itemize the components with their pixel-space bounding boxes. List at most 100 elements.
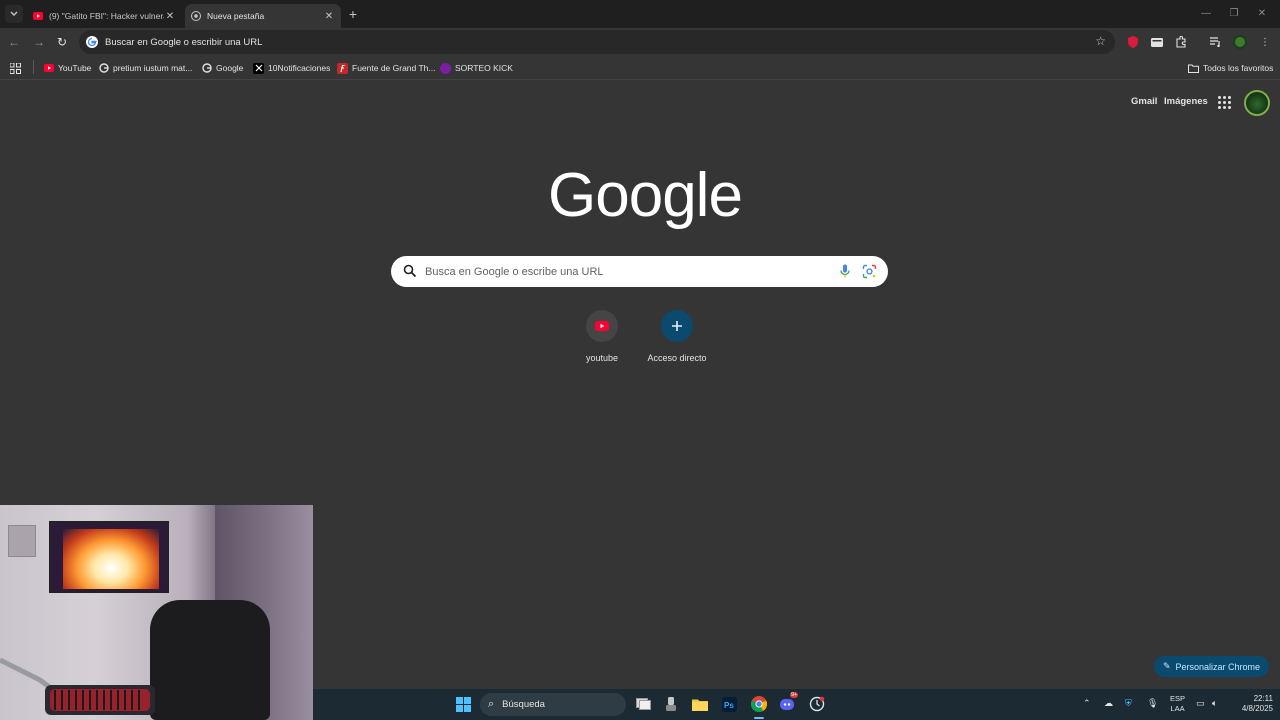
- reload-icon: ↻: [56, 35, 68, 49]
- tv-fireplace-image: [49, 521, 169, 593]
- volume-icon[interactable]: 🔈︎: [1212, 698, 1217, 709]
- google-apps-icon[interactable]: [1218, 96, 1231, 109]
- account-avatar[interactable]: [1244, 90, 1270, 116]
- google-icon: [86, 36, 98, 48]
- task-view-icon[interactable]: [635, 696, 651, 712]
- microphone-arm-image: [0, 657, 155, 715]
- onedrive-icon[interactable]: ☁: [1104, 698, 1113, 709]
- extension-card-icon[interactable]: [1150, 35, 1164, 49]
- youtube-icon: [43, 63, 54, 74]
- bookmark-sorteo-kick[interactable]: SORTEO KICK: [440, 60, 513, 76]
- microphone-tray-icon[interactable]: 🎙︎: [1147, 698, 1158, 709]
- chevron-up-icon[interactable]: ⌃: [1083, 698, 1091, 709]
- google-lens-icon[interactable]: [862, 264, 877, 279]
- search-icon: ⌕: [488, 698, 495, 710]
- bookmark-youtube[interactable]: YouTube: [43, 60, 91, 76]
- tab-title: (9) "Gatito FBI": Hacker vulnera: [49, 11, 164, 21]
- file-explorer-icon[interactable]: [692, 696, 708, 712]
- bookmark-label: Todos los favoritos: [1203, 63, 1274, 73]
- bookmark-label: SORTEO KICK: [455, 63, 513, 73]
- google-logo: Google: [548, 161, 743, 230]
- bookmark-label: Fuente de Grand Th...: [352, 63, 436, 73]
- bookmarks-bar: YouTube pretium iustum mat... Google 10N…: [0, 56, 1280, 80]
- active-app-indicator: [754, 717, 764, 719]
- search-box[interactable]: [391, 256, 888, 287]
- photoshop-icon[interactable]: Ps: [721, 696, 737, 712]
- arrow-left-icon: ←: [8, 35, 20, 49]
- address-text: Buscar en Google o escribir una URL: [105, 36, 263, 48]
- close-icon[interactable]: ✕: [323, 11, 335, 22]
- google-icon: [201, 63, 212, 74]
- taskbar-search[interactable]: ⌕ Búsqueda: [480, 693, 626, 716]
- google-icon: [98, 63, 109, 74]
- media-queue-icon[interactable]: [1209, 35, 1223, 49]
- back-button[interactable]: ←: [6, 34, 22, 50]
- search-icon: [403, 264, 417, 278]
- close-icon: ✕: [1257, 7, 1267, 19]
- chevron-down-icon: [10, 11, 18, 16]
- extension-shield-icon[interactable]: [1126, 35, 1140, 49]
- menu-kebab-icon[interactable]: ⋮: [1258, 35, 1272, 49]
- extensions-puzzle-icon[interactable]: [1174, 35, 1188, 49]
- shortcut-label: Acceso directo: [647, 353, 707, 363]
- tab-search-button[interactable]: [5, 5, 23, 23]
- svg-text:Ps: Ps: [724, 701, 734, 710]
- widgets-icon[interactable]: [663, 696, 679, 712]
- clock-app-icon[interactable]: [809, 696, 825, 712]
- reload-button[interactable]: ↻: [54, 34, 70, 50]
- profile-avatar[interactable]: [1233, 35, 1247, 49]
- bookmark-pretium[interactable]: pretium iustum mat...: [98, 60, 192, 76]
- new-tab-button[interactable]: +: [345, 6, 361, 22]
- x-icon: [253, 62, 264, 74]
- address-bar[interactable]: Buscar en Google o escribir una URL ☆: [79, 30, 1115, 54]
- taskbar-search-label: Búsqueda: [502, 699, 545, 710]
- forward-button[interactable]: →: [31, 34, 47, 50]
- bookmark-fuente[interactable]: Fuente de Grand Th...: [337, 60, 435, 76]
- discord-badge: 9+: [790, 692, 799, 698]
- restore-button[interactable]: ❐: [1219, 4, 1249, 22]
- apps-shortcut[interactable]: [10, 60, 21, 76]
- youtube-icon: [586, 310, 618, 342]
- taskbar: ⌕ Búsqueda Ps 9+ ⌃ ☁ ⛨ 🎙︎ ESP LAA ▭ 🔈︎ 2…: [313, 689, 1280, 720]
- restore-icon: ❐: [1229, 7, 1239, 19]
- tab-youtube[interactable]: (9) "Gatito FBI": Hacker vulnera ✕: [27, 4, 182, 28]
- system-clock[interactable]: 22:11 4/8/2025: [1231, 694, 1273, 714]
- youtube-icon: [33, 11, 43, 21]
- kick-icon: [440, 62, 451, 74]
- images-link[interactable]: Imágenes: [1164, 96, 1208, 107]
- gmail-link[interactable]: Gmail: [1131, 96, 1157, 107]
- search-input[interactable]: [425, 261, 825, 282]
- bookmark-google[interactable]: Google: [201, 60, 243, 76]
- shortcut-add[interactable]: Acceso directo: [642, 310, 712, 368]
- language-indicator[interactable]: ESP LAA: [1170, 694, 1185, 714]
- shortcut-label: youtube: [585, 353, 619, 363]
- pencil-icon: ✎: [1162, 661, 1171, 671]
- customize-chrome-button[interactable]: ✎ Personalizar Chrome: [1154, 656, 1269, 677]
- chair-image: [150, 600, 270, 720]
- font-icon: [337, 62, 348, 74]
- close-icon[interactable]: ✕: [164, 11, 176, 22]
- bookmark-label: pretium iustum mat...: [113, 63, 193, 73]
- tab-strip: (9) "Gatito FBI": Hacker vulnera ✕ Nueva…: [0, 0, 1280, 28]
- minimize-button[interactable]: —: [1191, 4, 1221, 22]
- microphone-icon[interactable]: [838, 264, 852, 279]
- apps-grid-icon: [10, 62, 21, 74]
- toolbar: ← → ↻ Buscar en Google o escribir una UR…: [0, 28, 1280, 56]
- windows-start-icon[interactable]: [455, 696, 471, 712]
- chrome-taskbar-icon[interactable]: [751, 696, 767, 712]
- all-bookmarks-folder[interactable]: Todos los favoritos: [1188, 60, 1273, 76]
- bookmark-label: YouTube: [58, 63, 92, 73]
- star-icon[interactable]: ☆: [1095, 34, 1106, 48]
- network-icon[interactable]: ▭: [1196, 698, 1205, 709]
- close-window-button[interactable]: ✕: [1247, 4, 1277, 22]
- tab-new-tab[interactable]: Nueva pestaña ✕: [185, 4, 341, 28]
- arrow-right-icon: →: [33, 35, 45, 49]
- bookmark-notificaciones[interactable]: 10Notificaciones: [253, 60, 330, 76]
- plus-icon: +: [348, 6, 358, 22]
- defender-icon[interactable]: ⛨: [1125, 698, 1132, 709]
- plus-icon: [661, 310, 693, 342]
- chrome-icon: [191, 11, 201, 21]
- shortcut-youtube[interactable]: youtube: [567, 310, 637, 368]
- wall-frame: [8, 525, 36, 557]
- discord-icon[interactable]: 9+: [780, 692, 799, 712]
